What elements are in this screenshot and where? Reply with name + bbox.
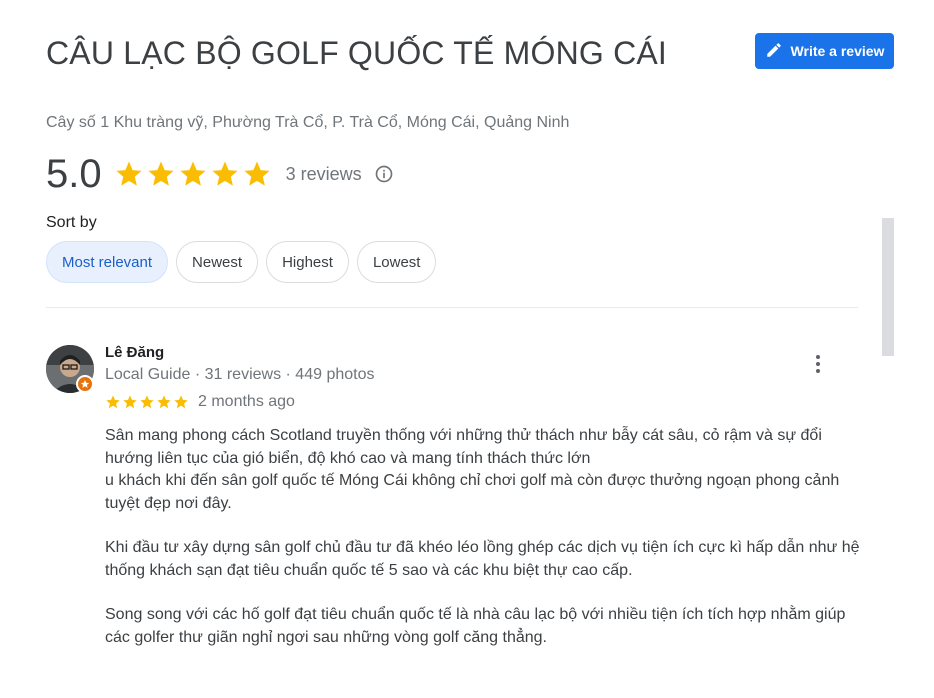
sort-chip-lowest[interactable]: Lowest (356, 241, 437, 283)
scrollbar-thumb[interactable] (882, 218, 894, 356)
star-icon (157, 395, 171, 409)
star-icon (106, 395, 120, 409)
info-icon[interactable] (374, 164, 394, 184)
write-review-button[interactable]: Write a review (755, 33, 894, 69)
sort-label: Sort by (46, 214, 97, 231)
sort-chip-newest[interactable]: Newest (176, 241, 259, 283)
place-title: CÂU LẠC BỘ GOLF QUỐC TẾ MÓNG CÁI (46, 35, 668, 71)
star-icon (244, 161, 270, 186)
sort-chips: Most relevant Newest Highest Lowest (46, 241, 437, 283)
star-icon (123, 395, 137, 409)
edit-pencil-icon (765, 41, 783, 62)
more-options-button[interactable] (806, 352, 830, 376)
review-date: 2 months ago (198, 393, 295, 410)
review-text: Sân mang phong cách Scotland truyền thốn… (105, 425, 865, 649)
reviewer-name[interactable]: Lê Đăng (105, 344, 164, 361)
star-icon (116, 161, 142, 186)
place-address: Cây số 1 Khu tràng vỹ, Phường Trà Cổ, P.… (46, 114, 570, 131)
star-icon (174, 395, 188, 409)
rating-score: 5.0 (46, 151, 102, 196)
star-icon (180, 161, 206, 186)
reviewer-stats: · 31 reviews · 449 photos (190, 366, 375, 383)
local-guide-label: Local Guide (105, 366, 191, 383)
rating-summary: 5.0 3 reviews (46, 150, 394, 198)
local-guide-badge-icon (76, 375, 94, 393)
star-icon (212, 161, 238, 186)
sort-chip-highest[interactable]: Highest (266, 241, 349, 283)
write-review-label: Write a review (790, 43, 885, 59)
review-paragraph: Sân mang phong cách Scotland truyền thốn… (105, 427, 822, 467)
star-icon (148, 161, 174, 186)
review-stars (105, 394, 189, 410)
rating-stars (114, 159, 272, 189)
divider (46, 307, 858, 308)
avatar[interactable] (46, 345, 94, 393)
reviews-count: 3 reviews (285, 163, 362, 184)
review-paragraph: Song song với các hố golf đạt tiêu chuẩn… (105, 606, 846, 646)
reviewer-meta[interactable]: Local Guide · 31 reviews · 449 photos (105, 366, 374, 384)
sort-chip-most-relevant[interactable]: Most relevant (46, 241, 169, 283)
review-rating-row: 2 months ago (105, 393, 295, 411)
review-paragraph: u khách khi đến sân golf quốc tế Móng Cá… (105, 472, 840, 512)
star-icon (140, 395, 154, 409)
review-paragraph: Khi đầu tư xây dựng sân golf chủ đầu tư … (105, 539, 860, 579)
more-vert-icon (816, 355, 820, 373)
